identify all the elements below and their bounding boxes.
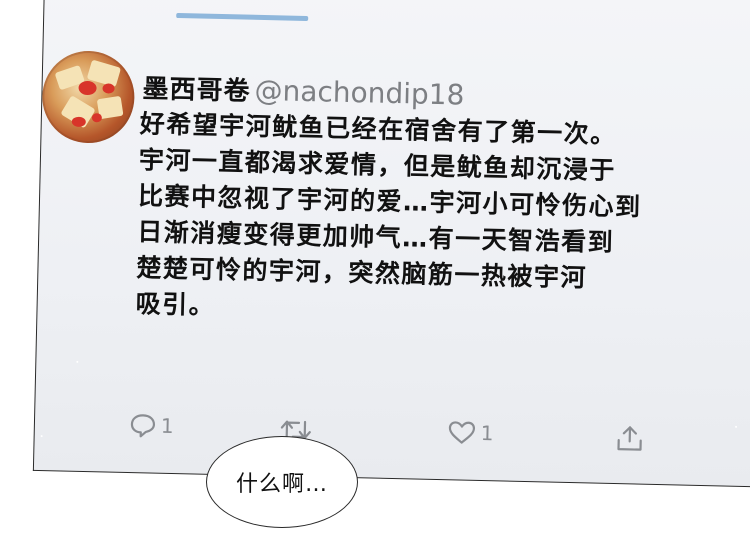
speech-bubble: 什么啊… xyxy=(206,436,358,528)
share-button[interactable] xyxy=(614,423,645,454)
share-icon xyxy=(614,423,645,454)
reply-button[interactable]: 1 xyxy=(129,412,174,439)
avatar[interactable] xyxy=(41,50,136,145)
user-handle[interactable]: @nachondip18 xyxy=(254,74,465,112)
speech-bubble-icon xyxy=(129,412,158,439)
comic-panel: 墨西哥卷 @nachondip18 好希望宇河鱿鱼已经在宿舍有了第一次。 宇河一直… xyxy=(0,0,750,559)
active-tab-indicator xyxy=(176,13,309,22)
speech-bubble-text: 什么啊… xyxy=(235,472,328,497)
tweet-author[interactable]: 墨西哥卷 @nachondip18 xyxy=(142,68,465,112)
heart-icon xyxy=(447,419,478,446)
tweet-actions: 1 1 xyxy=(128,412,649,464)
display-name[interactable]: 墨西哥卷 xyxy=(142,74,251,106)
like-button[interactable]: 1 xyxy=(447,419,494,446)
tweet-card: 墨西哥卷 @nachondip18 好希望宇河鱿鱼已经在宿舍有了第一次。 宇河一直… xyxy=(32,0,750,488)
reply-count: 1 xyxy=(160,413,174,439)
like-count: 1 xyxy=(480,421,494,446)
tweet-text: 好希望宇河鱿鱼已经在宿舍有了第一次。 宇河一直都渴求爱情，但是鱿鱼却沉浸于 比赛… xyxy=(135,106,720,335)
